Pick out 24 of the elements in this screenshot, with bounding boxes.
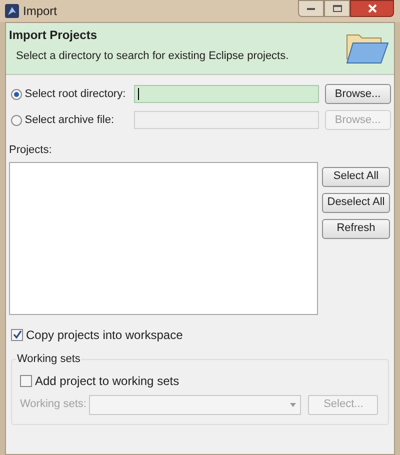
path-field[interactable] xyxy=(134,85,319,103)
radio-button[interactable] xyxy=(11,114,22,126)
app-icon xyxy=(5,4,19,18)
browse-button[interactable]: Browse... xyxy=(324,84,391,104)
check-icon xyxy=(12,330,22,339)
working-sets-label: Working sets: xyxy=(20,397,86,412)
window-title: Import xyxy=(23,3,58,20)
option-label: Select archive file: xyxy=(24,112,116,128)
checkbox[interactable] xyxy=(11,328,23,340)
deselect-all-button[interactable]: Deselect All xyxy=(322,192,390,212)
refresh-button[interactable]: Refresh xyxy=(322,218,390,238)
minimize-button[interactable] xyxy=(298,0,324,17)
add-option-label: Add project to working sets xyxy=(35,372,180,390)
page-title: Import Projects xyxy=(9,27,98,44)
page-description: Select a directory to search for existing Eclipse projects. xyxy=(16,49,289,64)
maximize-button[interactable] xyxy=(324,0,350,17)
option-label: Select root directory: xyxy=(24,86,127,102)
close-button[interactable] xyxy=(350,0,394,17)
projects-label: Projects: xyxy=(9,143,53,158)
select-all-button[interactable]: Select All xyxy=(322,166,390,186)
dropdown-arrow-icon xyxy=(290,402,296,406)
radio-button[interactable] xyxy=(11,88,22,100)
copy-option-label: Copy projects into workspace xyxy=(26,326,183,344)
close-icon xyxy=(368,4,376,13)
